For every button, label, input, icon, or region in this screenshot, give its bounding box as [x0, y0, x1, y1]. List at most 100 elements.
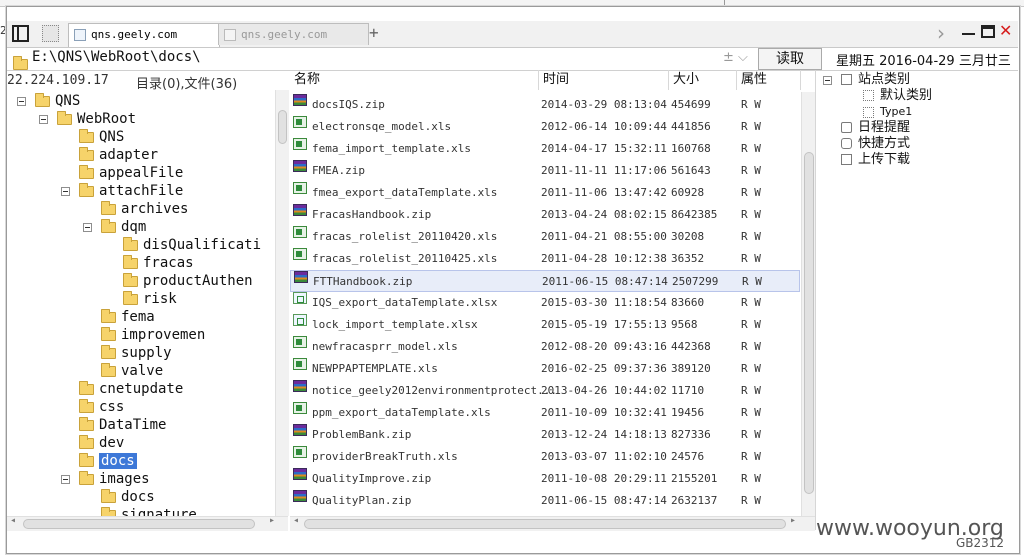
site-category[interactable]: 站点类别 — [841, 72, 910, 88]
tree-node[interactable]: WebRoot — [57, 110, 136, 128]
col-attr[interactable]: 属性 — [737, 70, 801, 90]
file-row[interactable]: fema_import_template.xls 2014-04-17 15:32… — [290, 138, 800, 160]
tree-node[interactable]: adapter — [79, 146, 158, 164]
file-hscroll-thumb[interactable] — [304, 519, 786, 529]
folder-icon — [123, 254, 138, 269]
tree-node[interactable]: DataTime — [79, 416, 166, 434]
zip-file-icon — [293, 490, 307, 502]
type1-category[interactable]: Type1 — [863, 104, 912, 120]
tree-node[interactable]: fracas — [123, 254, 194, 272]
tree-node[interactable]: risk — [123, 290, 177, 308]
tree-scrollbar[interactable] — [275, 90, 289, 516]
tree-hscroll-thumb[interactable] — [23, 519, 255, 529]
tree-node[interactable]: fema — [101, 308, 155, 326]
col-time[interactable]: 时间 — [539, 70, 669, 90]
shortcuts-label: 快捷方式 — [858, 136, 911, 151]
file-row[interactable]: FracasHandbook.zip 2013-04-24 08:02:15 864… — [290, 204, 800, 226]
file-name: QualityImprove.zip — [312, 472, 432, 485]
scroll-right-icon[interactable]: ▸ — [790, 515, 796, 526]
tree-toggle[interactable] — [61, 475, 70, 484]
file-scrollbar[interactable] — [801, 92, 816, 516]
file-row[interactable]: fmea_export_dataTemplate.xls 2011-11-06 1… — [290, 182, 800, 204]
panel-toggle-icon[interactable] — [12, 25, 29, 42]
page-icon — [224, 29, 236, 41]
excel-file-icon — [293, 226, 307, 238]
tree-node[interactable]: images — [79, 470, 150, 488]
file-scroll-thumb[interactable] — [804, 152, 814, 494]
file-row[interactable]: ProblemBank.zip 2013-12-24 14:18:13 827336… — [290, 424, 800, 446]
file-row[interactable]: notice_geely2012environmentprotect... 201… — [290, 380, 800, 402]
folder-icon — [101, 362, 116, 377]
file-row[interactable]: IQS_export_dataTemplate.xlsx 2015-03-30 1… — [290, 292, 800, 314]
tree-scroll-thumb[interactable] — [278, 110, 287, 144]
tree-node[interactable]: css — [79, 398, 124, 416]
file-row[interactable]: FMEA.zip 2011-11-11 11:17:06 561643 R W — [290, 160, 800, 182]
tree-node[interactable]: QNS — [79, 128, 124, 146]
new-window-icon[interactable] — [42, 25, 59, 42]
default-category[interactable]: 默认类别 — [863, 88, 932, 104]
file-row[interactable]: lock_import_template.xlsx 2015-05-19 17:5… — [290, 314, 800, 336]
tree-node[interactable]: dev — [79, 434, 124, 452]
folder-icon — [123, 290, 138, 305]
add-tab-button[interactable]: + — [369, 23, 379, 42]
tab-qns-active[interactable]: qns.geely.com — [68, 23, 220, 47]
chevron-right-icon[interactable]: › — [937, 21, 945, 45]
file-row[interactable]: newfracasprr_model.xls 2012-08-20 09:43:1… — [290, 336, 800, 358]
folder-icon — [101, 344, 116, 359]
tree-node[interactable]: disQualificati — [123, 236, 261, 254]
tree-toggle[interactable] — [61, 187, 70, 196]
tree-node[interactable]: valve — [101, 362, 163, 380]
tab-qns-inactive[interactable]: qns.geely.com — [218, 23, 369, 45]
minimize-icon[interactable] — [962, 33, 975, 35]
collapse-toggle[interactable] — [823, 76, 832, 85]
tree-hscrollbar[interactable]: ◂ ▸ — [7, 515, 288, 531]
folder-icon — [101, 218, 116, 233]
file-hscrollbar[interactable]: ◂ ▸ — [290, 515, 815, 531]
file-row[interactable]: ppm_export_dataTemplate.xls 2011-10-09 10… — [290, 402, 800, 424]
path-input[interactable]: E:\QNS\WebRoot\docs\ — [32, 49, 201, 65]
tree-toggle[interactable] — [39, 115, 48, 124]
file-row[interactable]: fracas_rolelist_20110420.xls 2011-04-21 0… — [290, 226, 800, 248]
tree-node[interactable]: supply — [101, 344, 172, 362]
read-button[interactable]: 读取 — [758, 48, 822, 70]
tree-node[interactable]: signature — [101, 506, 197, 516]
tree-node[interactable]: docs — [101, 488, 155, 506]
path-options-icon[interactable]: ± ⌵ — [723, 50, 748, 65]
file-row[interactable]: docsIQS.zip 2014-03-29 08:13:04 454699 R W — [290, 94, 800, 116]
tree-node[interactable]: archives — [101, 200, 188, 218]
file-attr: R W — [741, 142, 761, 155]
file-row[interactable]: QualityPlan.zip 2011-06-15 08:47:14 263213… — [290, 490, 800, 512]
file-row[interactable]: FTTHandbook.zip 2011-06-15 08:47:14 250729… — [290, 270, 800, 292]
upload-download[interactable]: 上传下载 — [841, 152, 910, 168]
tree-node[interactable]: improvemen — [101, 326, 205, 344]
tree-node-label: DataTime — [99, 417, 167, 433]
tree-node-label: images — [99, 471, 150, 487]
scroll-left-icon[interactable]: ◂ — [293, 515, 299, 526]
tree-node[interactable]: attachFile — [79, 182, 183, 200]
col-size[interactable]: 大小 — [669, 70, 737, 90]
file-size: 827336 — [671, 428, 711, 441]
tree-node[interactable]: QNS — [35, 92, 80, 110]
file-row[interactable]: providerBreakTruth.xls 2013-03-07 11:02:1… — [290, 446, 800, 468]
tree-node[interactable]: dqm — [101, 218, 146, 236]
tree-toggle[interactable] — [83, 223, 92, 232]
scroll-right-icon[interactable]: ▸ — [269, 515, 275, 526]
file-time: 2011-11-11 11:17:06 — [541, 164, 667, 177]
file-row[interactable]: QualityImprove.zip 2011-10-08 20:29:11 215… — [290, 468, 800, 490]
file-row[interactable]: fracas_rolelist_20110425.xls 2011-04-28 1… — [290, 248, 800, 270]
tree-toggle[interactable] — [17, 97, 26, 106]
file-size: 442368 — [671, 340, 711, 353]
tree-node[interactable]: cnetupdate — [79, 380, 183, 398]
schedule-reminder[interactable]: 日程提醒 — [841, 120, 910, 136]
file-row[interactable]: electronsqe_model.xls 2012-06-14 10:09:44… — [290, 116, 800, 138]
shortcuts[interactable]: 快捷方式 — [841, 136, 910, 152]
col-name[interactable]: 名称 — [290, 70, 539, 90]
scroll-left-icon[interactable]: ◂ — [10, 515, 16, 526]
file-row[interactable]: NEWPPAPTEMPLATE.xls 2016-02-25 09:37:36 38… — [290, 358, 800, 380]
tree-node[interactable]: appealFile — [79, 164, 183, 182]
tree-node[interactable]: docs — [79, 452, 137, 470]
close-icon[interactable]: ✕ — [999, 21, 1012, 40]
tree-node[interactable]: productAuthen — [123, 272, 253, 290]
file-size: 24576 — [671, 450, 705, 463]
maximize-icon[interactable] — [981, 25, 995, 38]
